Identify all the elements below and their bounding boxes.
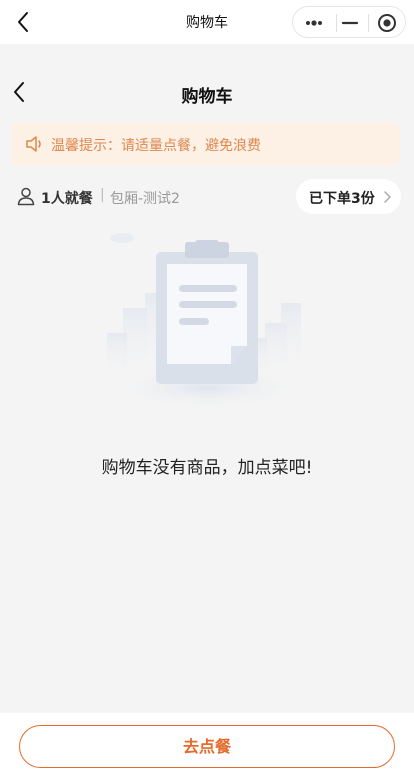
system-nav-bar: 购物车 <box>0 0 414 44</box>
capsule-divider <box>336 14 337 32</box>
bottom-action-bar: 去点餐 <box>0 713 414 780</box>
minimize-icon[interactable] <box>339 12 361 34</box>
notice-banner: 温馨提示：请适量点餐，避免浪费 <box>12 123 400 165</box>
info-separator: | <box>100 187 105 203</box>
cart-page: 购物车 购物车 温馨提示：请适量点餐，避免浪费 1人就餐 | 包厢-测试2 已下… <box>0 0 414 780</box>
notice-text: 温馨提示：请适量点餐，避免浪费 <box>51 138 261 154</box>
mini-program-capsule <box>292 6 406 38</box>
empty-cart-message: 购物车没有商品，加点菜吧! <box>101 458 313 478</box>
more-dots-icon[interactable] <box>303 12 325 34</box>
empty-clipboard-icon <box>107 233 307 410</box>
diner-count: 1人就餐 <box>41 191 93 207</box>
chevron-right-icon <box>384 191 391 203</box>
ordered-items-button[interactable]: 已下单3份 <box>296 179 401 214</box>
capsule-divider <box>368 14 369 32</box>
speaker-icon <box>26 136 41 152</box>
page-title: 购物车 <box>181 87 233 107</box>
close-target-icon[interactable] <box>376 12 398 34</box>
ordered-items-label: 已下单3份 <box>309 191 375 207</box>
person-icon <box>17 187 35 206</box>
room-name: 包厢-测试2 <box>110 191 180 207</box>
go-order-button[interactable]: 去点餐 <box>19 725 395 768</box>
